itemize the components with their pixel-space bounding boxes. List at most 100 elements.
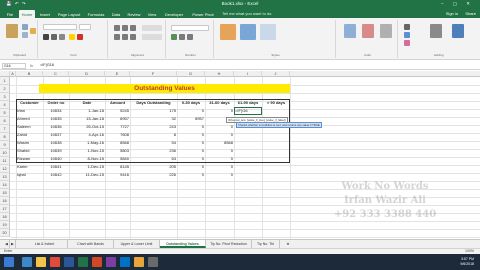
cell-31-60-days[interactable]: 0 [205,171,234,179]
column-header-f[interactable]: F [130,71,177,77]
number-format-dropdown[interactable] [171,25,209,31]
insert-cells-icon[interactable] [344,24,356,38]
row-header[interactable]: 17 [0,205,10,213]
copy-icon[interactable] [22,32,28,38]
conditional-formatting-icon[interactable] [220,24,236,40]
chrome-icon[interactable] [134,257,144,267]
cell-date[interactable]: 8-Nov-15 [69,155,105,163]
column-header-h[interactable]: H [205,71,234,77]
format-as-table-icon[interactable] [240,24,256,40]
row-header[interactable]: 2 [0,85,10,93]
cell-amount[interactable]: 8568 [105,139,130,147]
cell-customer[interactable]: Iqbal [16,171,43,179]
sign-in-link[interactable]: Sign in [446,11,458,16]
cell-order-no[interactable]: 10640 [43,155,69,163]
cell-days-outstanding[interactable]: 205 [130,163,177,171]
tab-file[interactable]: File [3,10,17,18]
cell-days-outstanding[interactable]: 236 [130,147,177,155]
cell-days-outstanding[interactable]: 8 [130,131,177,139]
cell-31-60-days[interactable]: 0 [205,147,234,155]
row-header[interactable]: 1 [0,77,10,85]
cell-days-outstanding[interactable]: 54 [130,139,177,147]
row-header[interactable]: 5 [0,109,10,117]
cell-0-30-days[interactable]: 8957 [177,115,205,123]
tab-data[interactable]: Data [109,10,123,18]
autosum-icon[interactable] [404,24,410,30]
outlook-icon[interactable] [120,257,130,267]
cell-0-30-days[interactable]: 0 [177,155,205,163]
worksheet-grid[interactable]: A B C D E F G H I J 1 2 3 4 5 6 7 8 9 10 11 12 13 14 1… [0,71,480,239]
header-customer[interactable]: Customer [16,99,43,107]
wrap-text-button[interactable] [142,25,162,31]
header-over-90-days[interactable]: > 90 days [262,99,290,107]
tab-page-layout[interactable]: Page Layout [55,10,83,18]
sheet-tab-outstanding-values[interactable]: Outstanding Values [160,240,206,248]
row-header[interactable]: 14 [0,181,10,189]
font-name-dropdown[interactable] [43,24,77,30]
tab-review[interactable]: Review [125,10,143,18]
word-icon[interactable] [64,257,74,267]
add-sheet-icon[interactable]: ⊕ [284,240,292,248]
cell-date[interactable]: 25-Oct-15 [69,123,105,131]
column-header-d[interactable]: D [69,71,105,77]
header-order-no[interactable]: Order no [43,99,69,107]
cell-days-outstanding[interactable]: 32 [130,115,177,123]
sheet-tab-upper-lower-limit[interactable]: Upper & Lower Limit [114,240,160,248]
cell-0-30-days[interactable]: 0 [177,171,205,179]
tab-view[interactable]: View [145,10,159,18]
underline-icon[interactable] [59,34,65,40]
cell-date[interactable]: 13-Jan-18 [69,115,105,123]
tab-developer[interactable]: Developer [161,10,187,18]
name-box[interactable]: G16 [2,63,26,69]
column-header-g[interactable]: G [177,71,205,77]
start-icon[interactable] [4,257,14,267]
cell-31-60-days[interactable]: 0 [205,155,234,163]
cell-order-no[interactable]: 10636 [43,123,69,131]
format-cells-icon[interactable] [380,24,392,38]
find-select-icon[interactable] [452,24,464,38]
row-header[interactable]: 8 [0,133,10,141]
sheet-nav-next-icon[interactable]: ▶ [10,240,16,248]
align-left-icon[interactable] [114,34,120,40]
cell-order-no[interactable]: 10639 [43,147,69,155]
cell-date[interactable]: 1-Nov-15 [69,147,105,155]
cell-order-no[interactable]: 10635 [43,115,69,123]
cell-date[interactable]: 1-May-16 [69,139,105,147]
cell-customer[interactable]: Zahid [16,131,43,139]
cell-0-30-days[interactable]: 0 [177,123,205,131]
cell-days-outstanding[interactable]: 175 [130,107,177,115]
sheet-tab-tbl[interactable]: Tip No. Tbl [252,240,280,248]
cell-0-30-days[interactable]: 0 [177,107,205,115]
cell-days-outstanding[interactable]: 63 [130,155,177,163]
row-header[interactable]: 15 [0,189,10,197]
cell-amount[interactable]: 5245 [105,107,130,115]
row-header[interactable]: 12 [0,165,10,173]
row-header[interactable]: 4 [0,101,10,109]
currency-icon[interactable] [171,34,177,40]
cell-amount[interactable]: 5803 [105,147,130,155]
cell-order-no[interactable]: 10638 [43,139,69,147]
file-explorer-icon[interactable] [36,257,46,267]
cell-order-no[interactable]: 10642 [43,171,69,179]
row-header[interactable]: 7 [0,125,10,133]
excel-icon[interactable] [78,257,88,267]
align-middle-icon[interactable] [122,25,128,31]
font-color-icon[interactable] [77,34,83,40]
header-61-90-days[interactable]: 61-90 days [234,99,262,107]
sheet-tab-list-indent[interactable]: List & Indent [22,240,68,248]
cell-amount[interactable]: 5840 [105,155,130,163]
cell-customer[interactable]: Irfan [16,107,43,115]
cell-31-60-days[interactable]: 0 [205,123,234,131]
column-header-e[interactable]: E [105,71,130,77]
cell-amount[interactable]: 7727 [105,123,130,131]
align-center-icon[interactable] [122,34,128,40]
align-bottom-icon[interactable] [130,25,136,31]
column-header-c[interactable]: C [43,71,69,77]
row-header[interactable]: 6 [0,117,10,125]
clear-icon[interactable] [404,40,410,46]
cell-0-30-days[interactable]: 0 [177,147,205,155]
cell-0-30-days[interactable]: 0 [177,131,205,139]
cell-date[interactable]: 4-Apr-16 [69,131,105,139]
align-top-icon[interactable] [114,25,120,31]
percent-icon[interactable] [179,34,185,40]
